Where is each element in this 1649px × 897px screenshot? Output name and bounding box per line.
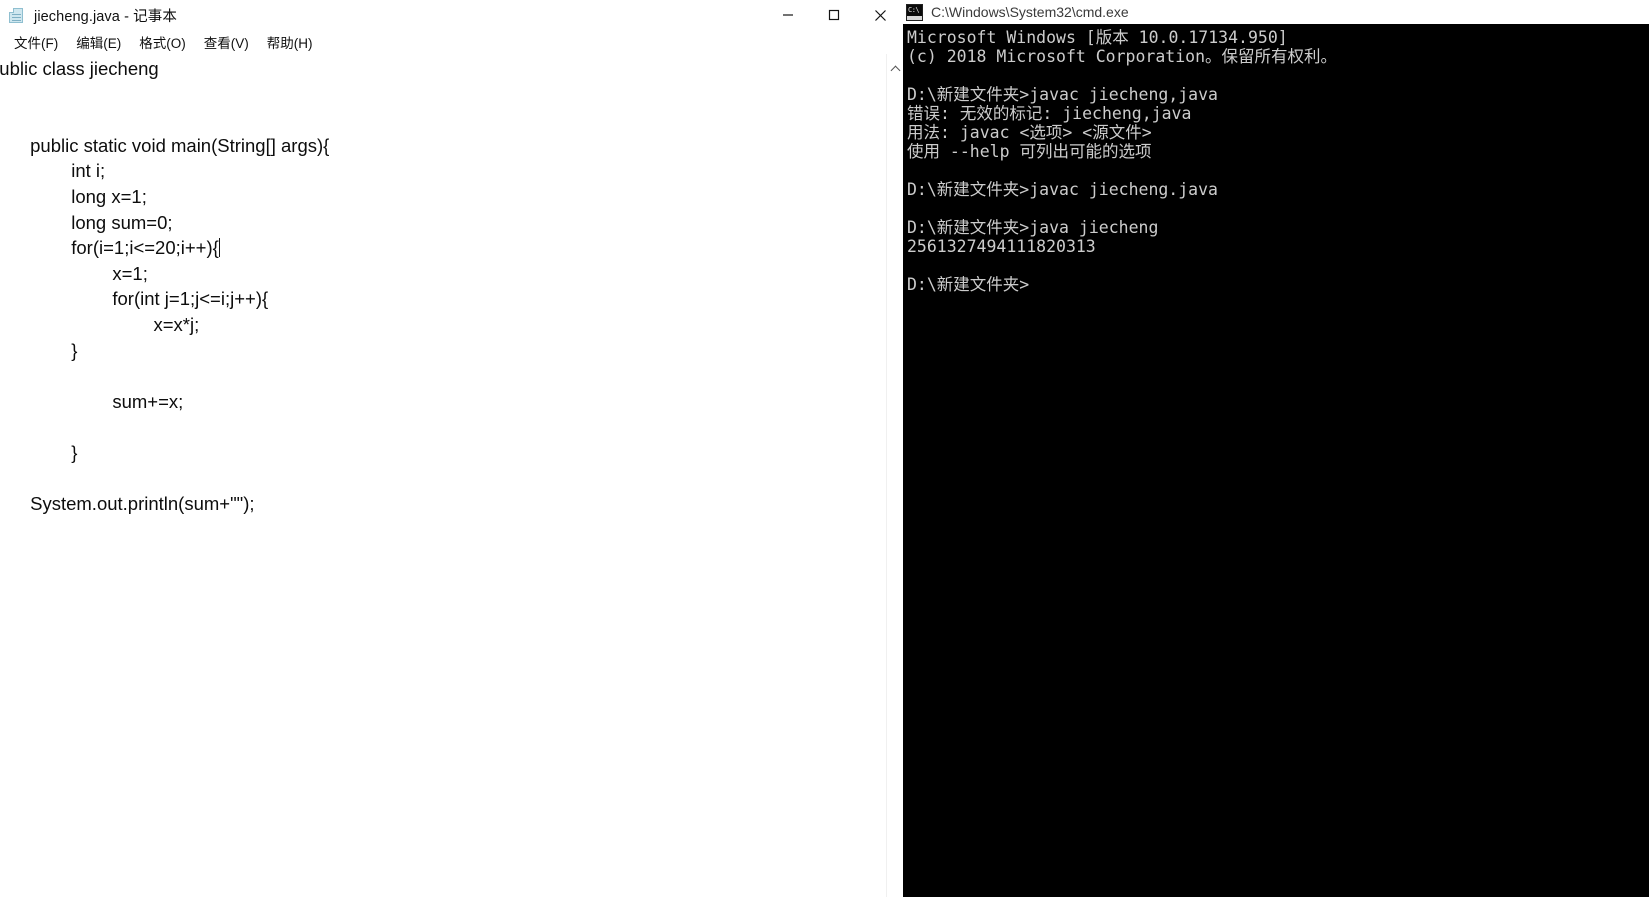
code-line: } [71,441,78,463]
code-line: } [0,568,875,594]
cmd-console-output[interactable]: Microsoft Windows [版本 10.0.17134.950] (c)… [903,24,1649,897]
code-line: public class jiecheng [0,58,159,79]
console-line: D:\新建文件夹>javac jiecheng,java [907,85,1218,104]
code-line: { [0,82,875,108]
code-line: x=x*j; [0,313,200,335]
console-line: 错误: 无效的标记: jiecheng,java [907,104,1192,123]
menu-item-file[interactable]: 文件(F) [5,30,67,54]
menu-item-help[interactable]: 帮助(H) [258,30,322,54]
notepad-menu-bar: 文件(F) 编辑(E) 格式(O) 查看(V) 帮助(H) [0,30,903,54]
console-line: 2561327494111820313 [907,237,1096,256]
menu-item-format[interactable]: 格式(O) [130,30,195,54]
cmd-title-bar[interactable]: C:\ C:\Windows\System32\cmd.exe [903,0,1649,24]
code-line: } [71,339,78,361]
notepad-text-area[interactable]: public class jiecheng { public static voi… [0,54,903,897]
console-line: D:\新建文件夹> [907,275,1030,294]
notepad-title-bar[interactable]: jiecheng.java - 记事本 [0,0,903,30]
cmd-window: C:\ C:\Windows\System32\cmd.exe Microsof… [903,0,1649,897]
text-caret [218,238,220,258]
close-button[interactable] [857,0,903,30]
menu-item-edit[interactable]: 编辑(E) [67,30,130,54]
cmd-console-icon: C:\ [906,3,923,21]
code-line: for(int j=1;j<=i;j++){ [0,288,269,310]
console-line: 用法: javac <选项> <源文件> [907,123,1152,142]
code-line: } [0,619,875,645]
code-line: long x=1; [0,185,147,207]
console-line: D:\新建文件夹>java jiecheng [907,218,1159,237]
chevron-up-icon[interactable] [887,62,904,79]
code-line: long sum=0; [0,211,173,233]
notepad-window: jiecheng.java - 记事本 文件(F) 编辑(E) 格式(O) 查看… [0,0,903,897]
notepad-vertical-scrollbar[interactable] [886,54,903,897]
notepad-window-controls [765,0,903,30]
code-line: x=1; [0,262,148,284]
console-line: D:\新建文件夹>javac jiecheng.java [907,180,1218,199]
notepad-title: jiecheng.java - 记事本 [34,8,177,25]
console-line: 使用 --help 可列出可能的选项 [907,142,1152,161]
notepad-source-code[interactable]: public class jiecheng { public static voi… [0,54,875,897]
cmd-title: C:\Windows\System32\cmd.exe [931,4,1129,20]
screen: jiecheng.java - 记事本 文件(F) 编辑(E) 格式(O) 查看… [0,0,1649,897]
code-line: public static void main(String[] args){ [0,134,330,156]
minimize-button[interactable] [765,0,811,30]
notepad-document-icon [8,7,25,24]
console-line: Microsoft Windows [版本 10.0.17134.950] [907,28,1288,47]
console-line: (c) 2018 Microsoft Corporation。保留所有权利。 [907,47,1338,66]
code-line: int i; [0,160,106,182]
code-line: sum+=x; [0,390,184,412]
maximize-button[interactable] [811,0,857,30]
code-line: System.out.println(sum+""); [0,493,255,515]
code-line: for(i=1;i<=20;i++){ [0,237,220,259]
menu-item-view[interactable]: 查看(V) [195,30,258,54]
